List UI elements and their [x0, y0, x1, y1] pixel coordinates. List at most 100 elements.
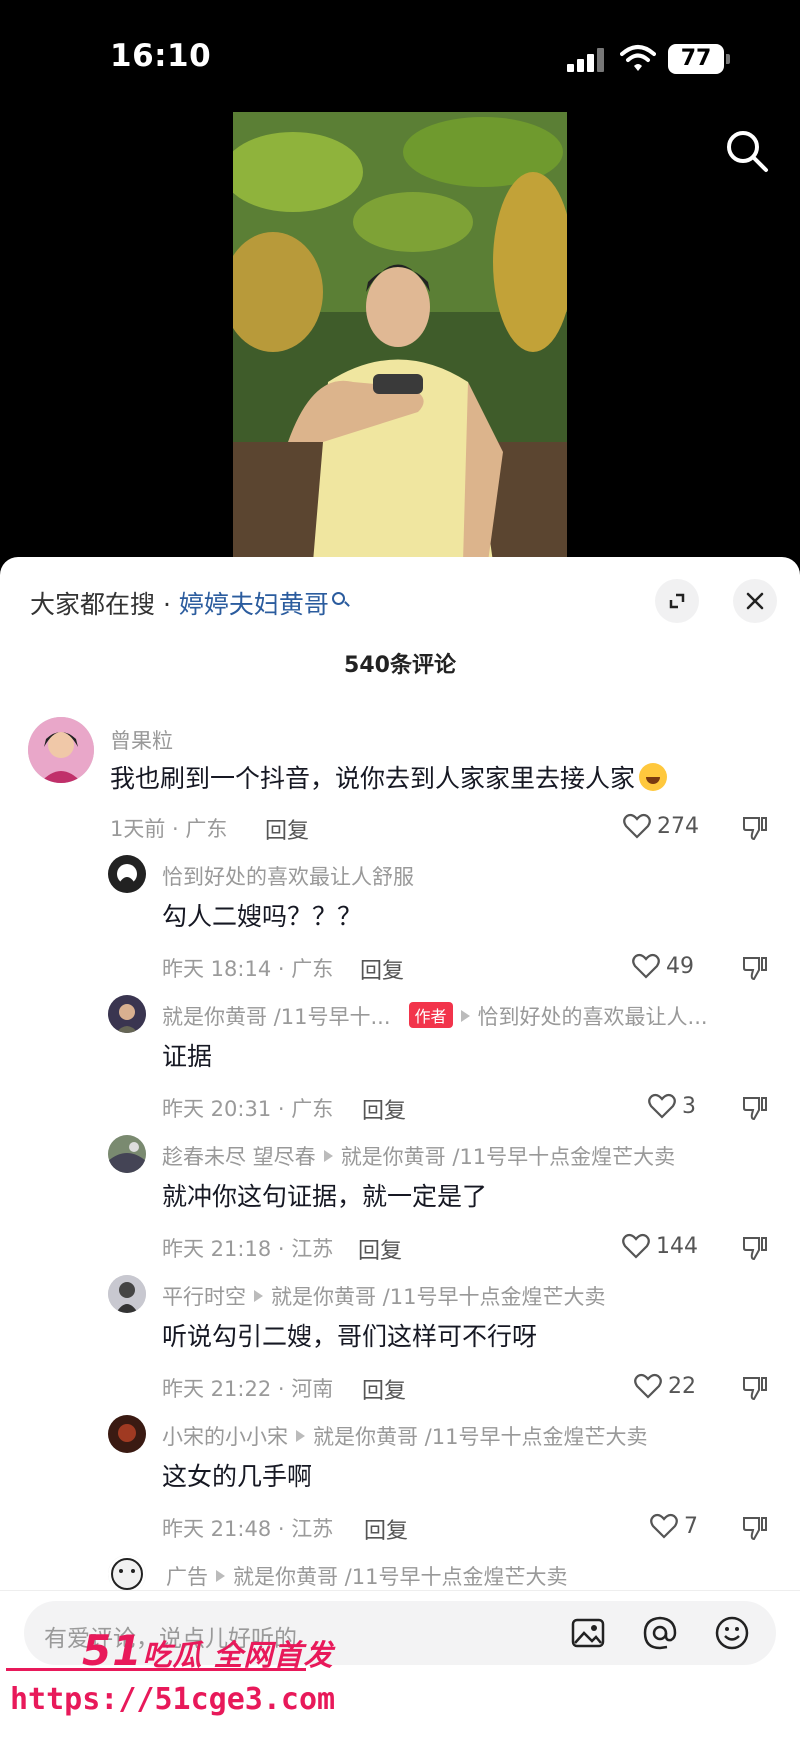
comment-username-line: 平行时空 就是你黄哥 /11号早十点金煌芒大卖 [162, 1281, 605, 1311]
dislike-icon[interactable] [742, 955, 768, 981]
reply-button[interactable]: 回复 [362, 1093, 406, 1125]
reply-item: 趁春未尽 望尽春 就是你黄哥 /11号早十点金煌芒大卖 就冲你这句证据，就一定是了… [0, 1135, 800, 1275]
reply-item: 广告 就是你黄哥 /11号早十点金煌芒大卖 [0, 1555, 800, 1595]
reply-to-username[interactable]: 就是你黄哥 /11号早十点金煌芒大卖 [341, 1145, 675, 1169]
reply-arrow-icon [216, 1570, 225, 1582]
watermark-url: https://51cge3.com [10, 1682, 336, 1717]
comment-meta: 昨天 21:18 · 江苏 [162, 1237, 334, 1261]
wifi-icon [620, 45, 656, 71]
reply-item: 平行时空 就是你黄哥 /11号早十点金煌芒大卖 听说勾引二嫂，哥们这样可不行呀 昨… [0, 1275, 800, 1415]
avatar[interactable] [28, 717, 94, 783]
reply-item: 小宋的小小宋 就是你黄哥 /11号早十点金煌芒大卖 这女的几手啊 昨天 21:48… [0, 1415, 800, 1555]
reply-to-username[interactable]: 就是你黄哥 /11号早十点金煌芒大卖 [313, 1425, 647, 1449]
reply-to-username[interactable]: 就是你黄哥 /11号早十点金煌芒大卖 [271, 1285, 605, 1309]
comment-username-line: 小宋的小小宋 就是你黄哥 /11号早十点金煌芒大卖 [162, 1421, 647, 1451]
reply-button[interactable]: 回复 [358, 1233, 402, 1265]
avatar[interactable] [108, 1275, 146, 1313]
watermark-logo-text: 吃瓜 全网首发 [142, 1638, 334, 1672]
like-button[interactable]: 7 [650, 1513, 698, 1539]
reply-button[interactable]: 回复 [265, 813, 309, 845]
dislike-icon[interactable] [742, 1235, 768, 1261]
like-button[interactable]: 22 [634, 1373, 696, 1399]
comment-username[interactable]: 恰到好处的喜欢最让人舒服 [162, 861, 414, 891]
comment-count: 540条评论 [344, 653, 456, 678]
reply-arrow-icon [296, 1430, 305, 1442]
hot-search-prefix: 大家都在搜 · [30, 590, 179, 619]
reply-to-username[interactable]: 就是你黄哥 /11号早十点金煌芒大卖 [233, 1565, 567, 1589]
comment-username[interactable]: 曾果粒 [110, 725, 173, 755]
like-button[interactable]: 3 [648, 1093, 696, 1119]
like-count: 7 [684, 1513, 698, 1539]
close-button[interactable] [733, 579, 777, 623]
comment-meta: 昨天 20:31 · 广东 [162, 1097, 334, 1121]
like-count: 3 [682, 1093, 696, 1119]
avatar[interactable] [108, 995, 146, 1033]
status-time: 16:10 [110, 38, 212, 74]
emoji-icon[interactable] [714, 1615, 750, 1651]
reply-to-username[interactable]: 恰到好处的喜欢最让人... [478, 1005, 708, 1029]
laughing-emoji-icon [639, 763, 668, 791]
comment-username[interactable]: 平行时空 [162, 1285, 246, 1309]
search-small-icon [331, 592, 345, 605]
avatar[interactable] [108, 1555, 146, 1593]
reply-button[interactable]: 回复 [364, 1513, 408, 1545]
comment-text: 听说勾引二嫂，哥们这样可不行呀 [162, 1322, 538, 1351]
comment-meta: 昨天 18:14 · 广东 [162, 957, 334, 981]
heart-icon [622, 1233, 650, 1259]
reply-item: 恰到好处的喜欢最让人舒服 勾人二嫂吗？？？ 昨天 18:14 · 广东 回复 4… [0, 855, 800, 995]
comment-username[interactable]: 广告 [166, 1565, 208, 1589]
reply-arrow-icon [460, 1010, 470, 1022]
like-button[interactable]: 144 [622, 1233, 698, 1259]
comment-username[interactable]: 小宋的小小宋 [162, 1425, 288, 1449]
image-icon[interactable] [570, 1615, 606, 1651]
like-button[interactable]: 49 [632, 953, 694, 979]
reply-button[interactable]: 回复 [360, 953, 404, 985]
dislike-icon[interactable] [742, 1515, 768, 1541]
like-button[interactable]: 274 [623, 813, 699, 839]
comment-meta: 昨天 21:48 · 江苏 [162, 1517, 334, 1541]
heart-icon [650, 1513, 678, 1539]
watermark-divider [6, 1668, 306, 1671]
like-count: 22 [668, 1373, 696, 1399]
comment-username[interactable]: 就是你黄哥 /11号早十... [162, 1005, 391, 1029]
like-count: 274 [657, 813, 699, 839]
avatar[interactable] [108, 855, 146, 893]
signal-icon [567, 48, 607, 72]
like-count: 144 [656, 1233, 698, 1259]
comment-username-line: 就是你黄哥 /11号早十... 作者 恰到好处的喜欢最让人... [162, 1001, 708, 1031]
close-icon [746, 592, 764, 610]
comment-username[interactable]: 趁春未尽 望尽春 [162, 1145, 316, 1169]
comment-text-content: 我也刷到一个抖音，说你去到人家家里去接人家 [110, 764, 636, 793]
comment-username-line: 趁春未尽 望尽春 就是你黄哥 /11号早十点金煌芒大卖 [162, 1141, 675, 1171]
expand-button[interactable] [655, 579, 699, 623]
heart-icon [634, 1373, 662, 1399]
status-bar: 16:10 77 [0, 0, 800, 110]
video-player[interactable] [233, 112, 567, 562]
comment-text: 这女的几手啊 [162, 1462, 313, 1491]
hot-search-keyword[interactable]: 婷婷夫妇黄哥 [179, 590, 329, 619]
comment-username-line: 广告 就是你黄哥 /11号早十点金煌芒大卖 [166, 1561, 567, 1591]
search-icon[interactable] [724, 128, 770, 174]
heart-icon [623, 813, 651, 839]
comment-text: 就冲你这句证据，就一定是了 [162, 1182, 488, 1211]
reply-arrow-icon [254, 1290, 263, 1302]
reply-button[interactable]: 回复 [362, 1373, 406, 1405]
avatar[interactable] [108, 1415, 146, 1453]
dislike-icon[interactable] [742, 1375, 768, 1401]
dislike-icon[interactable] [742, 815, 768, 841]
expand-icon [669, 593, 685, 609]
comment-panel: 大家都在搜 · 婷婷夫妇黄哥 540条评论 曾果粒 我也刷到一个抖音，说你去到人… [0, 557, 800, 1739]
avatar[interactable] [108, 1135, 146, 1173]
like-count: 49 [666, 953, 694, 979]
reply-item: 就是你黄哥 /11号早十... 作者 恰到好处的喜欢最让人... 证据 昨天 20:… [0, 995, 800, 1135]
mention-icon[interactable] [642, 1615, 678, 1651]
author-badge: 作者 [408, 1002, 453, 1028]
hot-search-bar[interactable]: 大家都在搜 · 婷婷夫妇黄哥 [30, 585, 345, 621]
dislike-icon[interactable] [742, 1095, 768, 1121]
video-frame [233, 112, 567, 562]
battery-indicator: 77 [668, 44, 730, 74]
comment-text: 勾人二嫂吗？？？ [162, 902, 363, 931]
comment-text: 证据 [162, 1042, 213, 1071]
heart-icon [632, 953, 660, 979]
comment-meta: 1天前 · 广东 [110, 817, 228, 841]
